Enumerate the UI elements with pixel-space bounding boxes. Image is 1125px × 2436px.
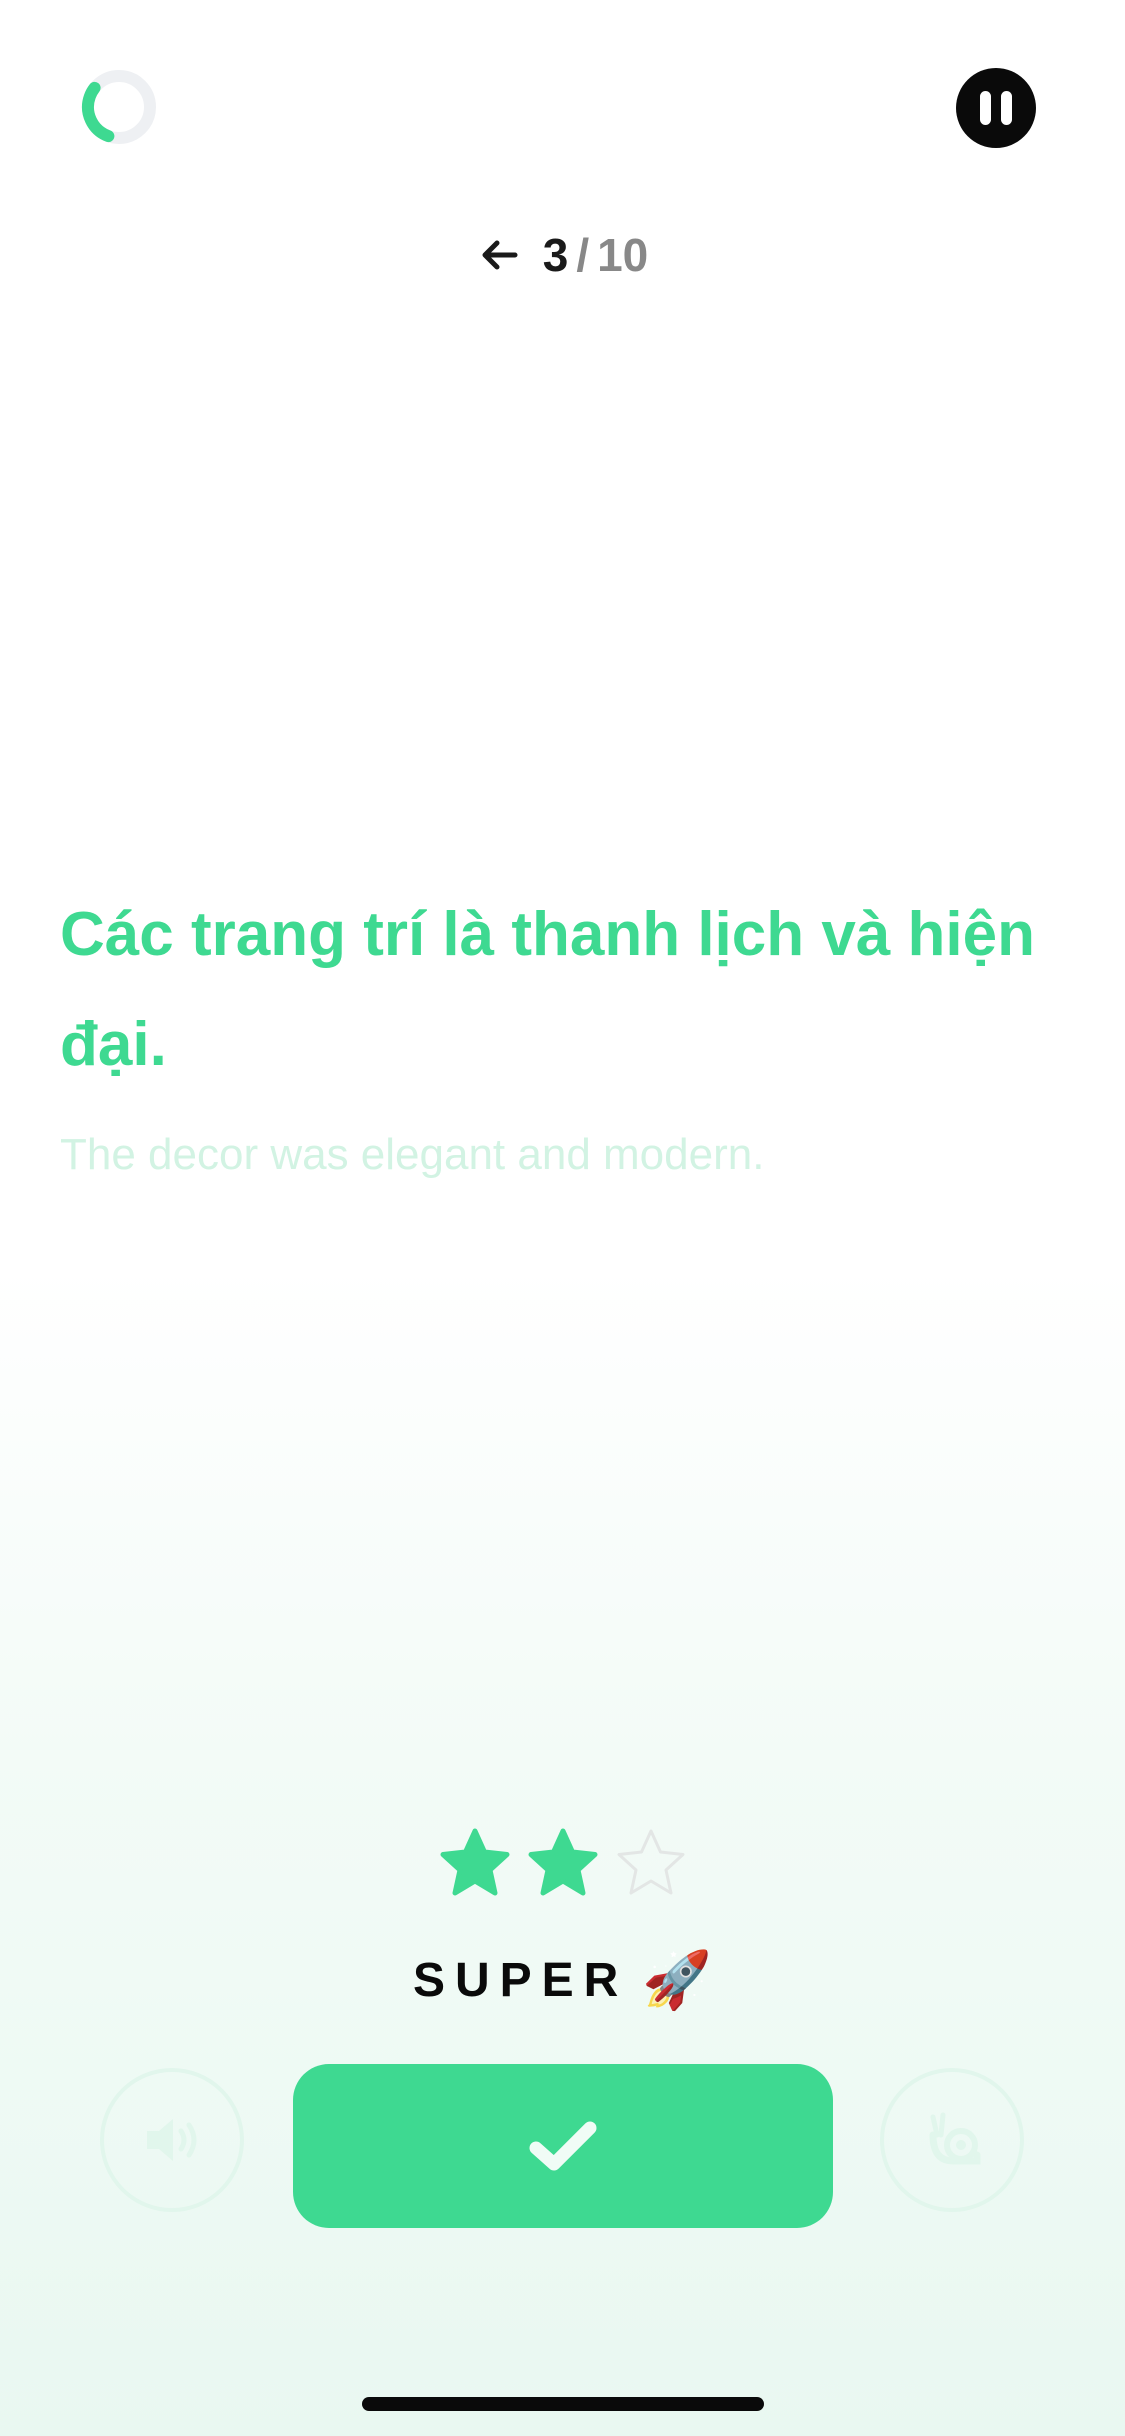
rating-label: SUPER 🚀	[0, 1945, 1125, 2015]
pause-button[interactable]	[956, 68, 1036, 148]
speaker-button[interactable]	[100, 2068, 244, 2212]
current-question: 3	[542, 229, 569, 281]
total-questions: 10	[597, 229, 649, 281]
star-filled-icon	[440, 1828, 509, 1896]
rating-text: SUPER	[412, 1953, 629, 2007]
translation-text: The decor was elegant and modern.	[60, 1130, 765, 1179]
home-indicator	[362, 2397, 764, 2411]
progress-ring	[81, 70, 156, 144]
snail-icon	[929, 2112, 981, 2165]
star-empty-icon	[617, 1829, 684, 1895]
pause-icon	[980, 91, 991, 125]
slow-playback-button[interactable]	[880, 2068, 1024, 2212]
star-filled-icon	[528, 1828, 597, 1896]
speaker-icon	[147, 2119, 197, 2161]
target-sentence: Các trang trí là thanh lịch và hiện đại.	[60, 900, 1035, 1079]
rocket-icon: 🚀	[642, 1948, 713, 2013]
counter-separator: /	[576, 229, 590, 281]
arrow-left-icon[interactable]	[477, 232, 523, 278]
check-icon	[529, 2121, 597, 2171]
star-rating	[0, 1825, 1125, 1905]
question-counter: 3 / 10	[0, 222, 1125, 288]
check-button[interactable]	[293, 2064, 833, 2228]
